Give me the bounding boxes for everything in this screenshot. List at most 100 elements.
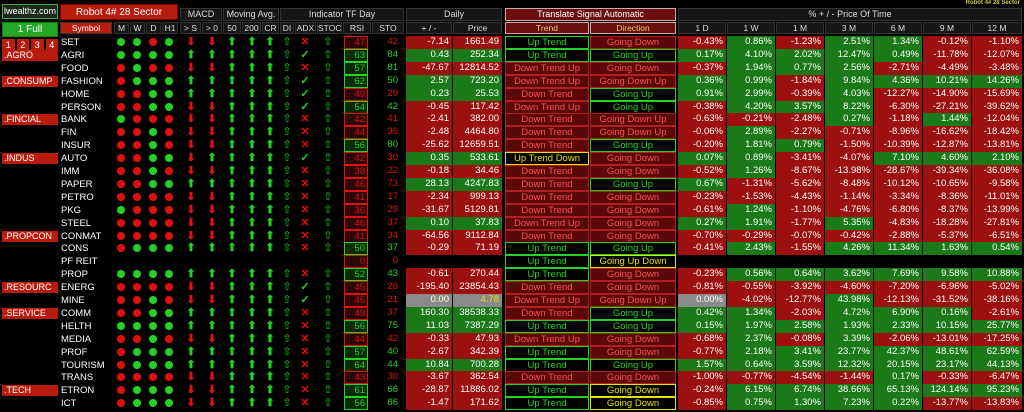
table-row[interactable]: TRANS ⬇ ⬇ ⬆ ⬆ ⬆ ⇧ ✕ ⇧ 43 30 -3.67 362.54 Down Trend Go… [0,371,1024,385]
arrow-up-icon: ⬆ [247,358,257,371]
trend-signal: Down Trend [505,113,589,127]
arrow-down-icon: ⬇ [186,152,196,165]
symbol-cell[interactable]: CONS [60,243,112,254]
timeframe-signal-dot [149,102,157,111]
table-row[interactable]: AGRI ⬆ ⬆ ⬆ ⬆ ⬆ ⇧ ✓ ⇧ 63 84 0.43 252.34 Up Trend Going … [0,48,1024,62]
symbol-cell[interactable]: IMM [60,166,112,177]
symbol-cell[interactable]: COMM [60,308,112,319]
symbol-cell[interactable]: PETRO [60,192,112,203]
table-row[interactable]: MEDIA ⬇ ⬇ ⬆ ⬆ ⬆ ⇧ ✕ ⇧ 44 42 -0.33 47.93 Down Trend Up… [0,332,1024,346]
hollow-arrow-up-icon: ⇧ [323,87,333,100]
timeframe-signal-dot [149,167,157,175]
period-change: 0.79% [776,139,824,153]
arrow-up-icon: ⬆ [247,242,257,255]
table-row[interactable]: HELTH ⬆ ⬆ ⬆ ⬆ ⬆ ⇧ ✕ ⇧ 56 75 11.03 7387.29 Up Trend Goi… [0,319,1024,333]
sto-value: 22 [387,165,398,176]
trend-signal: Down Trend [505,87,589,101]
table-row[interactable]: IMM ⬇ ⬇ ⬆ ⬆ ⬆ ⇧ ✕ ⇧ 38 22 -0.18 34.46 Down Trend Going… [0,165,1024,178]
direction-signal: Going Up [590,306,676,320]
symbol-cell[interactable]: AUTO [60,153,112,164]
symbol-cell[interactable]: MEDIA [60,334,112,345]
check-icon: ✓ [300,87,310,100]
table-row[interactable]: ICT ⬇ ⬇ ⬆ ⬆ ⬆ ⇧ ✕ ⇧ 56 86 -1.47 171.62 Up Trend Going … [0,397,1024,411]
table-row[interactable]: INSUR ⬇ ⬇ ⬆ ⬆ ⬆ ⇧ ✕ ⇧ 56 80 -25.62 12659.51 Down Tren… [0,139,1024,153]
period-change: -0.70% [678,229,726,243]
timeframe-signal-dot [117,296,125,304]
table-row[interactable]: PKG ⬇ ⬇ ⬆ ⬆ ⬆ ⇧ ✕ ⇧ 36 29 -31.67 5129.81 Down Trend Go… [0,203,1024,217]
rsi-value: 56 [344,139,368,153]
table-row[interactable]: PF REIT 0 0 Up Trend Going Up Down [0,255,1024,269]
symbol-cell[interactable]: FOOD [60,63,112,74]
symbol-cell[interactable]: STEEL [60,218,112,229]
hollow-arrow-up-icon: ⇧ [323,281,333,294]
timeframe-signal-dot [165,205,173,214]
symbol-cell[interactable]: BANK [60,114,112,125]
table-row[interactable]: BANK ⬇ ⬇ ⬆ ⬆ ⬆ ⇧ ✕ ⇧ 42 41 -2.41 382.00 Down Trend Goi… [0,113,1024,127]
symbol-cell[interactable]: HOME [60,89,112,100]
period-change: 1.44% [923,113,971,127]
table-row[interactable]: SET ⬇ ⬇ ⬆ ⬆ ⬆ ⇧ ✕ ⇧ 47 42 -7.14 1661.49 Up Trend Going… [0,36,1024,49]
cross-icon: ✕ [300,306,310,319]
arrow-down-icon: ⬇ [186,332,196,345]
full-view-button[interactable]: 1 Full [2,22,58,37]
m-header: M [114,22,129,34]
symbol-cell[interactable]: TRANS [60,372,112,383]
rsi-value: 44 [344,126,368,140]
table-row[interactable]: CONS ⬆ ⬆ ⬆ ⬆ ⬆ ⇧ ✕ ⇧ 50 37 -0.29 71.19 Up Trend Going … [0,242,1024,256]
timeframe-signal-dot [165,321,173,330]
table-row[interactable]: HOME ⬆ ⬆ ⬆ ⬆ ⬆ ⇧ ✓ ⇧ 49 29 0.23 25.53 Down Trend Going… [0,87,1024,101]
symbol-cell[interactable]: PAPER [60,179,112,190]
symbol-cell[interactable]: TOURISM [60,360,112,371]
period-change: -2.88% [874,229,922,243]
trend-signal: Down Trend Up [505,294,589,307]
symbol-cell[interactable]: FIN [60,127,112,138]
symbol-cell[interactable]: PROF [60,347,112,358]
cross-icon: ✕ [300,216,310,229]
table-row[interactable]: TOURISM ⬆ ⬆ ⬆ ⬆ ⬆ ⇧ ✕ ⇧ 64 44 10.84 700.28 Up Trend Go… [0,358,1024,372]
table-row[interactable]: PETRO ⬇ ⬇ ⬆ ⬆ ⬆ ⇧ ✕ ⇧ 41 17 -2.34 999.13 Down Trend Go… [0,190,1024,204]
period-change: -4.49% [923,61,971,75]
arrow-up-icon: ⬆ [247,397,257,410]
period-change: -0.61% [678,203,726,217]
symbol-cell[interactable]: ETRON [60,385,112,396]
arrow-down-icon: ⬇ [207,384,217,397]
table-row[interactable]: PROF ⬆ ⬆ ⬆ ⬆ ⬆ ⇧ ✕ ⇧ 57 40 -2.67 342.39 Up Trend Going… [0,345,1024,359]
arrow-up-icon: ⬆ [247,61,257,74]
symbol-cell[interactable]: PROP [60,269,112,280]
symbol-cell[interactable]: HELTH [60,321,112,332]
symbol-cell[interactable]: AGRI [60,50,112,61]
table-row[interactable]: PROP ⬆ ⬆ ⬆ ⬆ ⬆ ⇧ ✕ ⇧ 52 43 -0.61 270.44 Up Trend Going… [0,268,1024,282]
table-row[interactable]: STEEL ⬇ ⬇ ⬆ ⬆ ⬆ ⇧ ✕ ⇧ 46 37 0.10 37.83 Down Trend Up G… [0,216,1024,230]
arrow-up-icon: ⬆ [247,87,257,100]
table-row[interactable]: FASHION ⬆ ⬆ ⬆ ⬆ ⬆ ⇧ ✓ ⇧ 62 50 2.57 723.20 Down Trend … [0,74,1024,88]
table-row[interactable]: PAPER ⬆ ⬆ ⬆ ⬆ ⬆ ⇧ ✕ ⇧ 46 73 28.13 4247.83 Down Trend G… [0,177,1024,191]
table-row[interactable]: CONMAT ⬇ ⬇ ⬆ ⬆ ⬆ ⇧ ✕ ⇧ 41 34 -64.56 9112.84 Down Tren… [0,229,1024,243]
symbol-cell[interactable]: PERSON [60,102,112,113]
symbol-cell[interactable]: PKG [60,205,112,216]
symbol-cell[interactable]: PF REIT [60,256,112,267]
symbol-cell[interactable]: INSUR [60,140,112,151]
table-row[interactable]: MINE ⬇ ⬇ ⬆ ⬆ ⬆ ⇧ ✓ ⇧ 45 21 0.00 4.78 Down Trend Up Goi… [0,294,1024,307]
symbol-cell[interactable]: MINE [60,295,112,306]
price-value: 47.93 [453,332,502,346]
symbol-cell[interactable]: CONMAT [60,231,112,242]
table-row[interactable]: ETRON ⬇ ⬇ ⬆ ⬆ ⬆ ⇧ ✕ ⇧ 61 66 -28.87 11886.02 Up Trend G… [0,384,1024,398]
table-row[interactable]: ENERG ⬇ ⬇ ⬆ ⬆ ⬆ ⇧ ✓ ⇧ 45 28 -195.40 23854.43 Down Tre… [0,281,1024,295]
arrow-down-icon: ⬇ [186,294,196,306]
arrow-down-icon: ⬇ [186,165,196,177]
table-row[interactable]: COMM ⬆ ⬆ ⬆ ⬆ ⬆ ⇧ ✕ ⇧ 49 37 160.30 38538.33 Down Trend… [0,306,1024,320]
sto-value: 21 [387,294,398,305]
symbol-cell[interactable]: ICT [60,398,112,409]
symbol-cell[interactable]: SET [60,37,112,48]
symbol-cell[interactable]: FASHION [60,76,112,87]
table-row[interactable]: AUTO ⬇ ⬆ ⬆ ⬆ ⬆ ⇧ ✓ ⇧ 42 30 0.35 533.61 Up Trend Down G… [0,152,1024,166]
site-logo-button[interactable]: lwealthz.com [2,4,58,19]
table-row[interactable]: FIN ⬇ ⬇ ⬆ ⬆ ⬆ ⇧ ✕ ⇧ 44 36 -2.48 4464.80 Down Trend Goi… [0,126,1024,140]
arrow-up-icon: ⬆ [265,126,275,139]
period-change: -0.23% [678,190,726,204]
arrow-up-icon: ⬆ [227,126,237,139]
symbol-cell[interactable]: ENERG [60,282,112,293]
daily-change: 0.23 [406,87,452,101]
table-row[interactable]: PERSON ⬇ ⬇ ⬆ ⬆ ⬆ ⇧ ✓ ⇧ 54 42 -0.45 117.42 Down Trend … [0,100,1024,114]
table-row[interactable]: FOOD ⬇ ⬇ ⬆ ⬆ ⬆ ⇧ ✕ ⇧ 57 81 -47.67 12814.52 Down Trend… [0,61,1024,75]
